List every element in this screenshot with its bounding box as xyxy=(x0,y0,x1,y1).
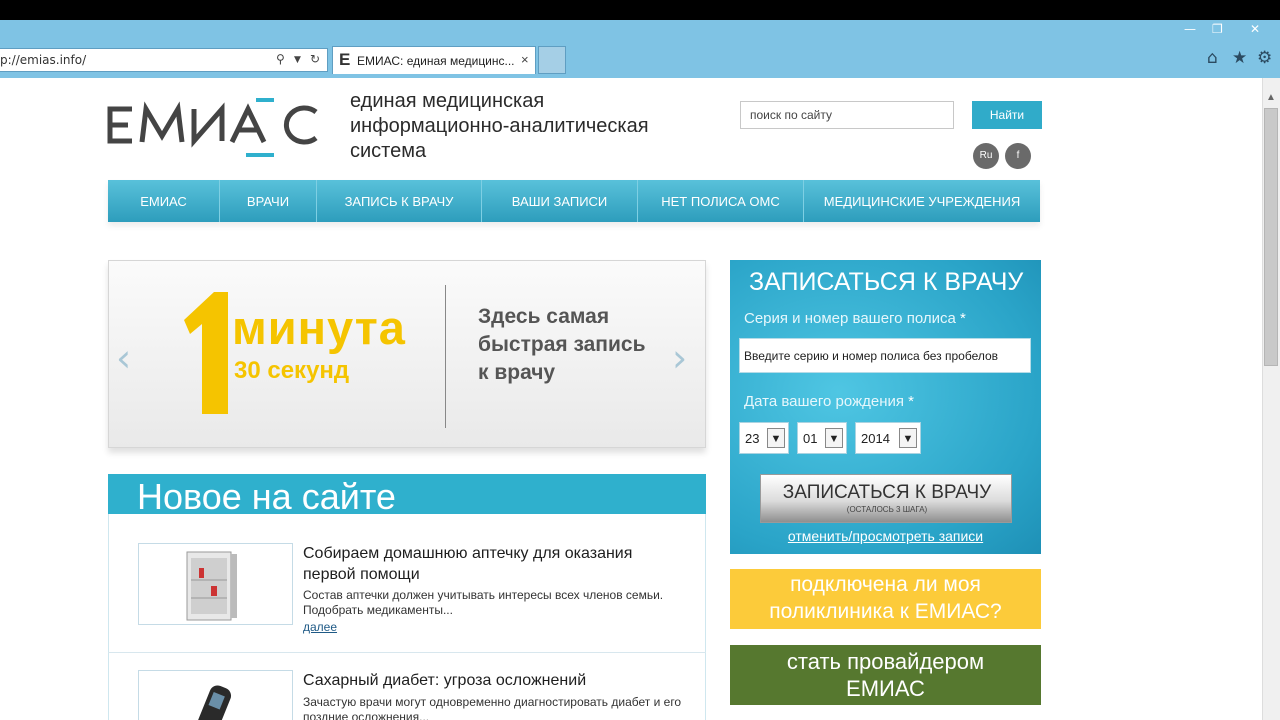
new-tab-button[interactable] xyxy=(538,46,566,74)
tab-close-icon[interactable]: × xyxy=(521,52,529,67)
tab-favicon: E xyxy=(339,50,351,69)
tab-emias[interactable]: E ЕМИАС: единая медицинс... × xyxy=(332,46,536,74)
slider-big-number xyxy=(184,292,228,414)
dropdown-arrow-icon[interactable]: ▼ xyxy=(294,55,301,65)
chevron-down-icon[interactable]: ▼ xyxy=(825,428,843,448)
scrollbar-thumb[interactable] xyxy=(1264,108,1278,366)
nav-item-doctors[interactable]: ВРАЧИ xyxy=(220,180,317,222)
first-aid-cabinet-image xyxy=(186,551,237,621)
banner-line: подключена ли моя xyxy=(790,573,981,596)
birth-year-value: 2014 xyxy=(861,431,890,446)
banner-line: ЕМИАС xyxy=(846,676,925,701)
scroll-up-arrow-icon[interactable]: ▲ xyxy=(1266,92,1276,103)
site-tagline: единая медицинская информационно-аналити… xyxy=(350,89,710,164)
nav-item-no-policy[interactable]: НЕТ ПОЛИСА ОМС xyxy=(638,180,804,222)
slider-subline: 30 секунд xyxy=(234,357,350,384)
become-provider-banner[interactable]: стать провайдером ЕМИАС xyxy=(730,645,1041,705)
facebook-button[interactable]: f xyxy=(1005,143,1031,169)
language-ru-button[interactable]: Ru xyxy=(973,143,999,169)
minimize-button[interactable]: — xyxy=(1184,22,1196,36)
birth-day-select[interactable]: 23 ▼ xyxy=(739,422,789,454)
slider-text: Здесь самая быстрая запись к врачу xyxy=(478,303,646,387)
birth-year-select[interactable]: 2014 ▼ xyxy=(855,422,921,454)
book-button-label: ЗАПИСАТЬСЯ К ВРАЧУ xyxy=(782,482,992,503)
news-item-text: Состав аптечки должен учитывать интересы… xyxy=(303,588,664,617)
banner-line: поликлиника к ЕМИАС? xyxy=(769,600,1002,623)
slider-text-line: быстрая запись xyxy=(478,333,646,356)
dob-label-text: Дата вашего рождения xyxy=(744,393,904,410)
search-input[interactable]: поиск по сайту xyxy=(740,101,954,129)
nav-item-medical-institutions[interactable]: МЕДИЦИНСКИЕ УЧРЕЖДЕНИЯ xyxy=(804,180,1040,222)
birth-month-value: 01 xyxy=(803,431,818,446)
news-item-title[interactable]: Сахарный диабет: угроза осложнений xyxy=(303,670,683,691)
clinic-connected-banner[interactable]: подключена ли моя поликлиника к ЕМИАС? xyxy=(730,569,1041,629)
nav-item-emias[interactable]: ЕМИАС xyxy=(108,180,220,222)
slider-prev-arrow-icon[interactable]: ‹ xyxy=(116,336,131,380)
policy-label: Серия и номер вашего полиса * xyxy=(744,310,966,327)
address-bar[interactable]: p://emias.info/ ⚲ ▼ ↻ xyxy=(0,48,328,72)
news-item-title[interactable]: Собираем домашнюю аптечку для оказания п… xyxy=(303,543,683,585)
glucometer-image xyxy=(192,685,232,720)
policy-label-text: Серия и номер вашего полиса xyxy=(744,310,956,327)
search-button[interactable]: Найти xyxy=(972,101,1042,129)
birth-month-select[interactable]: 01 ▼ xyxy=(797,422,847,454)
close-window-button[interactable]: ✕ xyxy=(1250,22,1260,36)
cancel-view-records-link[interactable]: отменить/просмотреть записи xyxy=(730,528,1041,544)
nav-item-appointment[interactable]: ЗАПИСЬ К ВРАЧУ xyxy=(317,180,482,222)
home-icon[interactable]: ⌂ xyxy=(1207,48,1218,68)
emias-logo[interactable] xyxy=(106,98,322,160)
main-nav: ЕМИАС ВРАЧИ ЗАПИСЬ К ВРАЧУ ВАШИ ЗАПИСИ Н… xyxy=(108,180,1040,222)
required-mark: * xyxy=(959,310,966,327)
gear-icon[interactable]: ⚙ xyxy=(1257,48,1272,68)
screen-top-bar xyxy=(0,0,1280,20)
book-button-sublabel: (ОСТАЛОСЬ 3 ШАГА) xyxy=(846,505,928,514)
news-thumbnail[interactable] xyxy=(138,670,293,720)
tagline-line: система xyxy=(350,140,427,162)
slider-divider xyxy=(445,285,446,428)
news-divider xyxy=(108,652,706,653)
nav-item-your-records[interactable]: ВАШИ ЗАПИСИ xyxy=(482,180,638,222)
slider-headline: минута xyxy=(232,301,406,354)
birth-day-value: 23 xyxy=(745,431,760,446)
banner-line: стать провайдером xyxy=(786,649,985,674)
news-item-text: Зачастую врачи могут одновременно диагно… xyxy=(303,695,682,720)
search-icon[interactable]: ⚲ xyxy=(276,52,285,66)
news-title: Новое на сайте xyxy=(137,476,396,517)
dob-label: Дата вашего рождения * xyxy=(744,393,914,410)
refresh-icon[interactable]: ↻ xyxy=(310,52,320,66)
restore-button[interactable]: ❐ xyxy=(1212,22,1223,36)
tagline-line: единая медицинская xyxy=(350,90,545,112)
address-url[interactable]: p://emias.info/ xyxy=(0,53,86,67)
appointment-title: ЗАПИСАТЬСЯ К ВРАЧУ xyxy=(749,268,1024,296)
star-icon[interactable]: ★ xyxy=(1232,48,1247,68)
tab-title: ЕМИАС: единая медицинс... xyxy=(357,54,515,68)
slider-text-line: Здесь самая xyxy=(478,305,610,328)
tagline-line: информационно-аналитическая xyxy=(350,115,649,137)
news-more-link[interactable]: далее xyxy=(303,620,337,634)
slider-next-arrow-icon[interactable]: › xyxy=(672,336,687,380)
news-thumbnail[interactable] xyxy=(138,543,293,625)
chevron-down-icon[interactable]: ▼ xyxy=(899,428,917,448)
slider-text-line: к врачу xyxy=(478,361,556,384)
chevron-down-icon[interactable]: ▼ xyxy=(767,428,785,448)
policy-number-input[interactable]: Введите серию и номер полиса без пробело… xyxy=(739,338,1031,373)
browser-window: — ❐ ✕ p://emias.info/ ⚲ ▼ ↻ E ЕМИАС: еди… xyxy=(0,0,1280,720)
book-appointment-button[interactable]: ЗАПИСАТЬСЯ К ВРАЧУ (ОСТАЛОСЬ 3 ШАГА) xyxy=(760,474,1012,523)
required-mark: * xyxy=(908,393,914,410)
